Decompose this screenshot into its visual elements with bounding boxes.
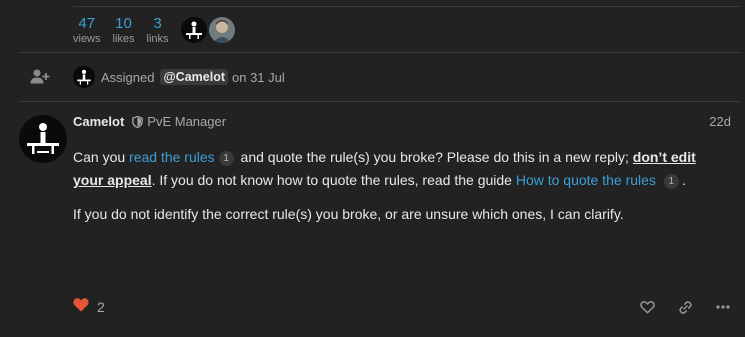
user-plus-icon	[30, 67, 50, 87]
post-header: Camelot PvE Manager 22d	[73, 112, 731, 130]
participant-avatar[interactable]	[180, 17, 207, 43]
like-count[interactable]: 2	[97, 299, 105, 315]
post-controls	[617, 299, 731, 315]
small-action-assigned: Assigned @Camelot on 31 Jul	[30, 65, 285, 89]
topic-divider	[73, 6, 741, 7]
shield-icon	[132, 115, 144, 129]
links-count: 3	[153, 15, 162, 32]
post-text: .	[681, 172, 686, 188]
link-icon[interactable]	[677, 299, 693, 315]
likes-count: 10	[115, 15, 132, 32]
read-the-rules-link[interactable]: read the rules	[129, 149, 215, 165]
post-author-avatar[interactable]	[19, 115, 67, 163]
divider	[18, 52, 741, 53]
post-text: . If you do not know how to quote the ru…	[151, 172, 512, 188]
assigned-date: on 31 Jul	[232, 69, 285, 85]
assigned-label: Assigned	[101, 69, 155, 85]
post-paragraph: If you do not identify the correct rule(…	[73, 206, 624, 222]
how-to-quote-link[interactable]: How to quote the rules	[516, 172, 656, 188]
post-text: Can you	[73, 149, 126, 165]
post-username[interactable]: Camelot	[73, 114, 124, 129]
likes-label: likes	[112, 33, 135, 45]
post-body: Can you read the rules 1 and quote the ru…	[73, 146, 713, 226]
ellipsis-icon[interactable]	[715, 299, 731, 315]
links-label: links	[146, 33, 169, 45]
link-click-count: 1	[218, 151, 234, 166]
heart-outline-icon[interactable]	[639, 299, 655, 315]
mention-link[interactable]: @Camelot	[160, 69, 228, 85]
post-text: and quote the rule(s) you broke? Please …	[240, 149, 629, 165]
post-paragraph: Can you read the rules 1 and quote the ru…	[73, 146, 713, 192]
participants	[180, 17, 237, 43]
user-title: PvE Manager	[147, 113, 227, 129]
views-stat: 47 views	[73, 15, 101, 46]
divider	[18, 101, 741, 102]
heart-icon[interactable]	[73, 297, 89, 317]
participant-avatar[interactable]	[208, 17, 235, 43]
links-stat[interactable]: 3 links	[147, 15, 169, 46]
link-click-count: 1	[663, 174, 679, 189]
likes-stat[interactable]: 10 likes	[113, 15, 135, 46]
post-date[interactable]: 22d	[709, 114, 731, 129]
views-label: views	[73, 33, 101, 45]
assigner-avatar[interactable]	[73, 66, 95, 88]
views-count: 47	[78, 15, 96, 32]
post-actions: 2	[73, 297, 731, 317]
topic-map-stats: 47 views 10 likes 3 links	[73, 15, 237, 46]
